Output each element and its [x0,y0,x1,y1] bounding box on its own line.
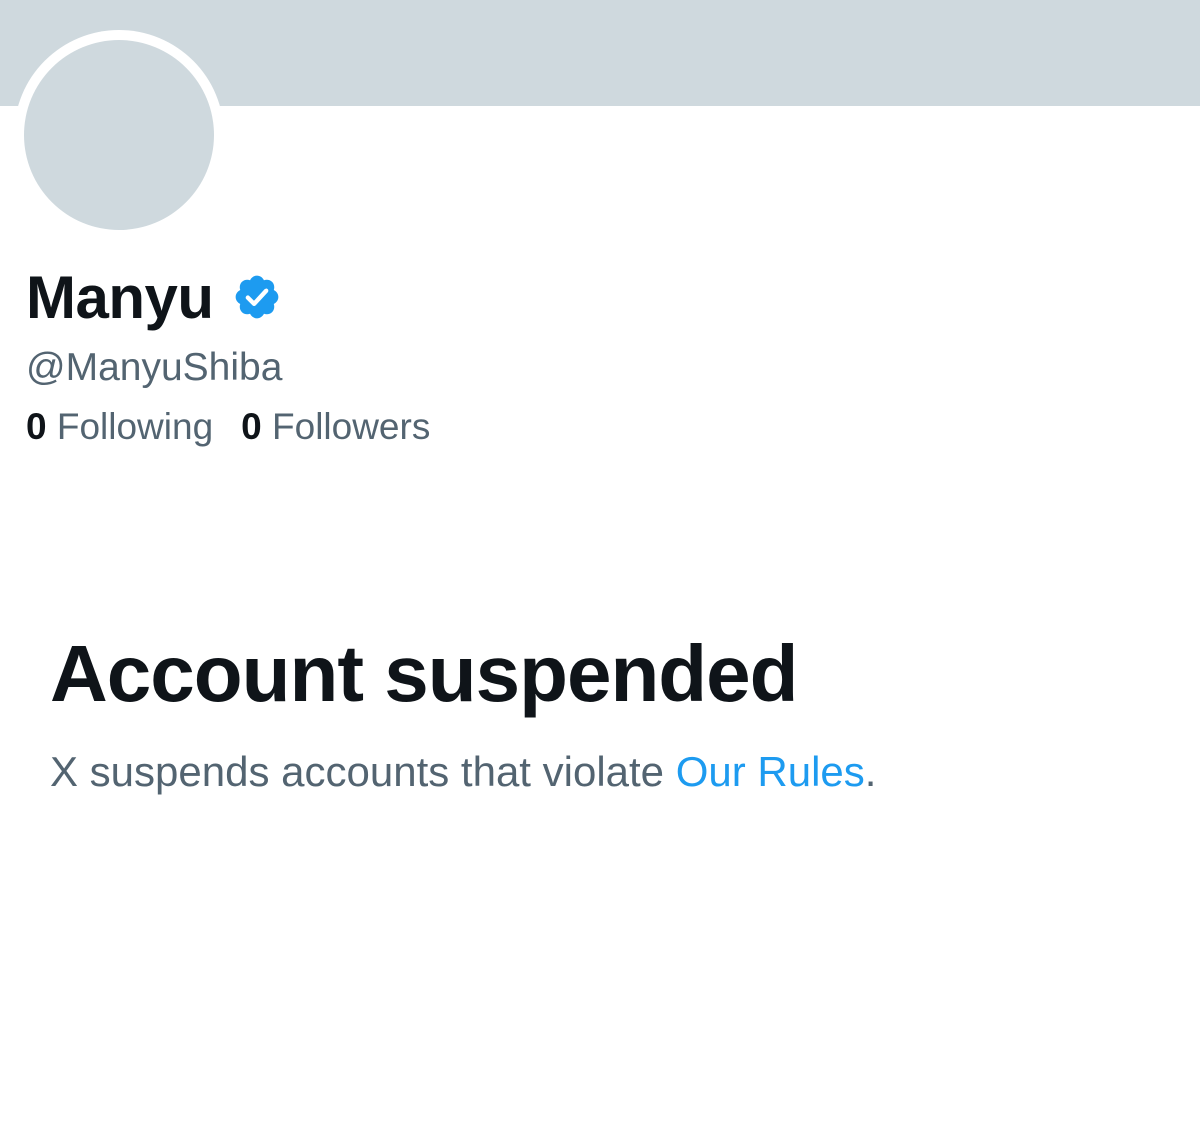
display-name: Manyu [26,263,214,331]
following-stat[interactable]: 0 Following [26,406,213,448]
profile-name-row: Manyu [26,262,282,332]
our-rules-link[interactable]: Our Rules [676,748,865,795]
profile-handle: @ManyuShiba [26,346,283,389]
avatar[interactable] [24,40,214,230]
followers-stat[interactable]: 0 Followers [241,406,430,448]
following-count: 0 [26,406,47,447]
verified-check-icon[interactable] [232,272,282,322]
suspended-title: Account suspended [50,629,799,718]
suspended-message-text: X suspends accounts that violate [50,748,676,795]
suspended-message: X suspends accounts that violate Our Rul… [50,748,876,796]
followers-count: 0 [241,406,262,447]
follow-stats: 0 Following 0 Followers [26,406,458,448]
followers-label: Followers [272,406,431,447]
following-label: Following [56,406,214,447]
suspended-message-period: . [864,748,877,795]
